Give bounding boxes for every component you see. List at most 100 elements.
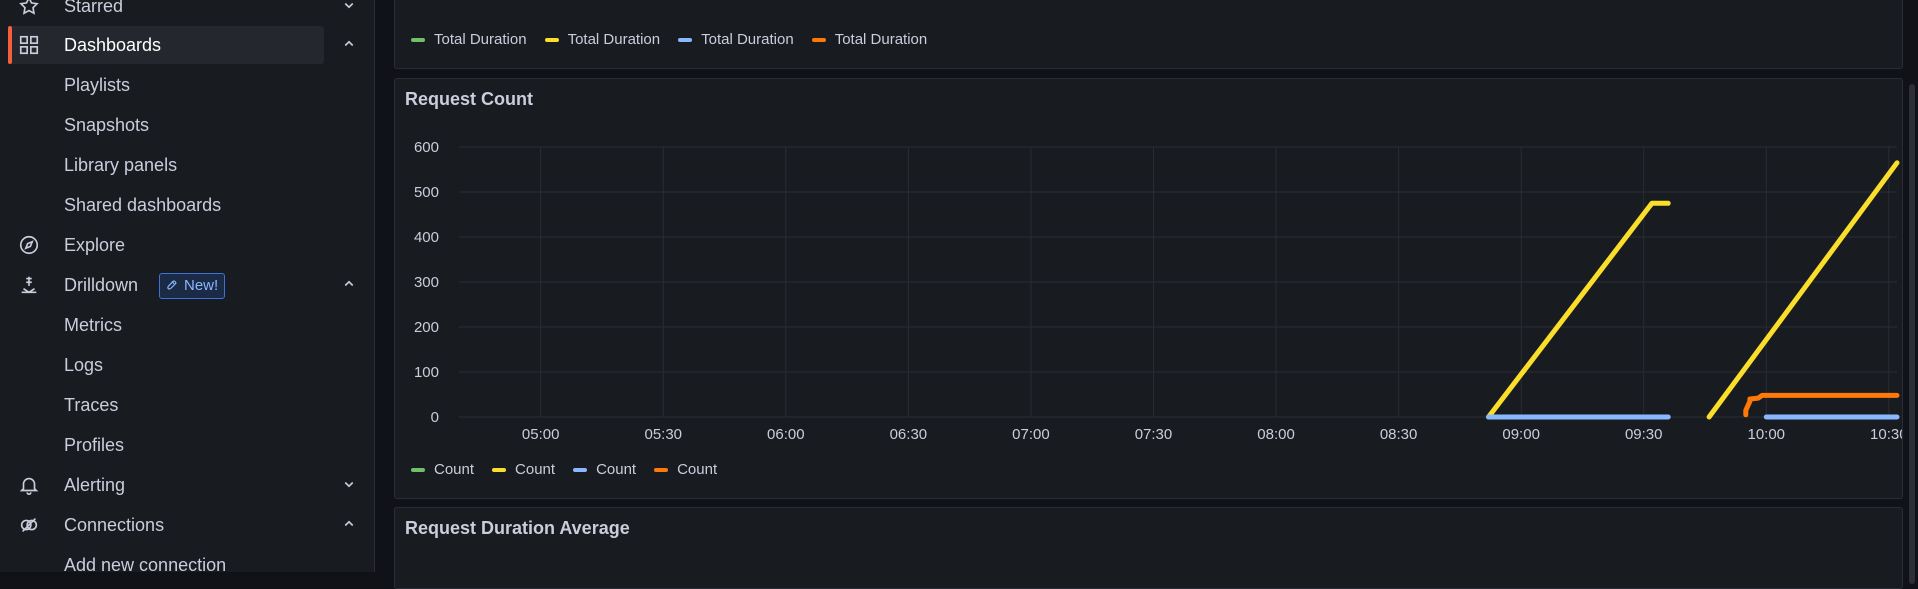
legend-item[interactable]: Total Duration bbox=[811, 31, 928, 48]
x-tick-label: 07:30 bbox=[1135, 426, 1173, 443]
series-line bbox=[1486, 200, 1671, 420]
panel-title: Request Duration Average bbox=[405, 518, 630, 538]
legend-swatch bbox=[654, 467, 669, 472]
sidebar-item-label: Traces bbox=[64, 395, 119, 415]
legend-swatch bbox=[811, 37, 826, 42]
chevron-down-icon[interactable] bbox=[340, 475, 358, 493]
new-badge: New! bbox=[159, 273, 226, 299]
chevron-up-icon[interactable] bbox=[340, 515, 358, 533]
chevron-up-icon[interactable] bbox=[340, 35, 358, 53]
bell-icon bbox=[18, 474, 40, 496]
sidebar-item-playlists[interactable]: Playlists bbox=[0, 65, 374, 105]
x-tick-label: 08:30 bbox=[1380, 426, 1418, 443]
sidebar-item-dashboards[interactable]: Dashboards bbox=[0, 25, 374, 65]
x-tick-label: 06:30 bbox=[890, 426, 928, 443]
sidebar-item-alerting[interactable]: Alerting bbox=[0, 465, 374, 505]
legend-label: Total Duration bbox=[434, 31, 527, 48]
y-tick-label: 300 bbox=[414, 274, 439, 291]
x-tick-label: 05:00 bbox=[522, 426, 560, 443]
y-tick-label: 200 bbox=[414, 319, 439, 336]
legend-item[interactable]: Total Duration bbox=[544, 31, 661, 48]
legend-item[interactable]: Count bbox=[654, 461, 717, 478]
sidebar-item-label: Profiles bbox=[64, 435, 125, 455]
legend-label: Total Duration bbox=[567, 31, 661, 48]
panel-title: Request Count bbox=[405, 89, 533, 109]
active-indicator bbox=[8, 26, 12, 64]
legend-label: Count bbox=[515, 461, 556, 478]
y-tick-label: 400 bbox=[414, 229, 439, 246]
legend-item[interactable]: Total Duration bbox=[411, 31, 527, 48]
legend-label: Count bbox=[434, 461, 475, 478]
legend-swatch bbox=[411, 467, 425, 472]
series-line bbox=[1743, 392, 1900, 418]
badge-label: New! bbox=[184, 277, 219, 294]
total-duration-panel: Total Duration Total Duration Total Durati… bbox=[394, 0, 1903, 69]
legend-item[interactable]: Total Duration bbox=[678, 31, 794, 48]
sidebar-item-label: Add new connection bbox=[64, 555, 227, 575]
chevron-up-icon[interactable] bbox=[340, 275, 358, 293]
y-tick-label: 500 bbox=[414, 184, 439, 201]
sidebar-item-snapshots[interactable]: Snapshots bbox=[0, 105, 374, 145]
scrollbar[interactable] bbox=[1909, 84, 1915, 584]
sidebar-item-label: Connections bbox=[64, 515, 165, 535]
x-tick-label: 08:00 bbox=[1257, 426, 1295, 443]
x-tick-label: 09:30 bbox=[1625, 426, 1663, 443]
sidebar-item-label: Library panels bbox=[64, 155, 178, 175]
x-tick-label: 10:30 bbox=[1870, 426, 1902, 443]
sidebar-item-profiles[interactable]: Profiles bbox=[0, 425, 374, 465]
sidebar-item-shared-dashboards[interactable]: Shared dashboards bbox=[0, 185, 374, 225]
sidebar-item-add-new-connection[interactable]: Add new connection bbox=[0, 545, 374, 585]
top-panel-legend: Total Duration Total Duration Total Durati… bbox=[411, 31, 927, 48]
x-tick-label: 07:00 bbox=[1012, 426, 1050, 443]
x-tick-label: 05:30 bbox=[644, 426, 682, 443]
dashboard-main: Total Duration Total Duration Total Durati… bbox=[375, 0, 1918, 589]
rocket-icon bbox=[166, 277, 184, 294]
sidebar-item-starred[interactable]: Starred bbox=[0, 0, 374, 26]
sidebar-item-library-panels[interactable]: Library panels bbox=[0, 145, 374, 185]
sidebar-item-label: Snapshots bbox=[64, 115, 150, 135]
request-count-legend: Count Count Count Count bbox=[411, 461, 717, 478]
active-highlight bbox=[8, 26, 324, 64]
legend-label: Count bbox=[677, 461, 718, 478]
sidebar-item-drilldown[interactable]: Drilldown New! bbox=[0, 265, 374, 305]
sidebar-item-logs[interactable]: Logs bbox=[0, 345, 374, 385]
x-tick-label: 09:00 bbox=[1502, 426, 1540, 443]
legend-label: Count bbox=[596, 461, 637, 478]
request-count-panel: Request Count 0 100 200 300 400 500 600 05:00 05… bbox=[394, 78, 1903, 499]
legend-swatch bbox=[411, 37, 425, 42]
link-icon bbox=[18, 514, 40, 536]
sidebar-item-label: Dashboards bbox=[64, 35, 162, 55]
legend-swatch bbox=[678, 37, 693, 42]
sidebar-item-label: Playlists bbox=[64, 75, 131, 95]
legend-label: Total Duration bbox=[834, 31, 928, 48]
sidebar-item-traces[interactable]: Traces bbox=[0, 385, 374, 425]
sidebar-item-metrics[interactable]: Metrics bbox=[0, 305, 374, 345]
legend-label: Total Duration bbox=[701, 31, 794, 48]
sidebar-item-connections[interactable]: Connections bbox=[0, 505, 374, 545]
legend-item[interactable]: Count bbox=[492, 461, 555, 478]
apps-icon bbox=[18, 34, 40, 56]
sidebar-item-explore[interactable]: Explore bbox=[0, 225, 374, 265]
series-line bbox=[1706, 160, 1900, 420]
x-tick-label: 10:00 bbox=[1747, 426, 1785, 443]
x-tick-label: 06:00 bbox=[767, 426, 805, 443]
sidebar-item-label: Logs bbox=[64, 355, 104, 375]
star-icon bbox=[18, 0, 40, 17]
y-tick-label: 0 bbox=[431, 409, 439, 426]
legend-swatch bbox=[492, 467, 507, 472]
y-tick-label: 600 bbox=[414, 139, 439, 156]
sidebar-item-label: Metrics bbox=[64, 315, 122, 335]
sidebar-item-label: Alerting bbox=[64, 475, 126, 495]
request-duration-average-panel: Request Duration Average bbox=[394, 507, 1903, 589]
drilldown-icon bbox=[18, 274, 40, 296]
compass-icon bbox=[18, 234, 40, 256]
sidebar: Starred Dashboards Playlists Snapshots Libra… bbox=[0, 0, 375, 575]
y-tick-label: 100 bbox=[414, 364, 439, 381]
legend-swatch bbox=[544, 37, 559, 42]
legend-item[interactable]: Count bbox=[411, 461, 474, 478]
legend-swatch bbox=[573, 467, 588, 472]
sidebar-item-label: Drilldown bbox=[64, 275, 139, 295]
chevron-down-icon[interactable] bbox=[340, 0, 358, 14]
legend-item[interactable]: Count bbox=[573, 461, 636, 478]
sidebar-item-label: Shared dashboards bbox=[64, 195, 222, 215]
